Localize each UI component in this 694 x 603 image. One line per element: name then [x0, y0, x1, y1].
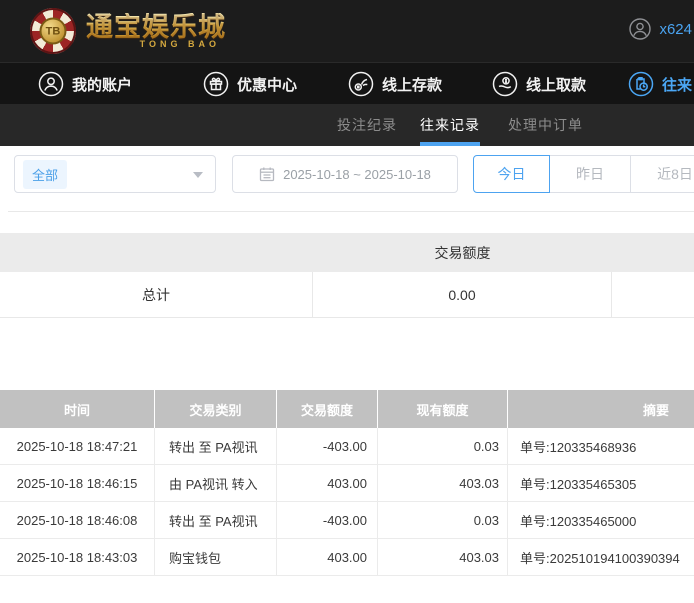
chip-tb-label: TB [40, 18, 67, 45]
today-button[interactable]: 今日 [473, 155, 550, 193]
quick-date-buttons: 今日 昨日 近8日 [473, 155, 694, 193]
last-8-days-button[interactable]: 近8日 [630, 155, 694, 193]
top-header: TB 通宝娱乐城 TONG BAO x624 [0, 0, 694, 62]
date-range-picker[interactable]: 2025-10-18 ~ 2025-10-18 [232, 155, 458, 193]
gift-icon [203, 71, 229, 97]
type-filter-dropdown[interactable]: 全部 [14, 155, 216, 193]
divider [8, 211, 694, 212]
summary-total-value: 0.00 [313, 272, 612, 317]
cell-summary: 单号:202510194100390394 [508, 539, 694, 575]
site-logo[interactable]: TB 通宝娱乐城 TONG BAO [30, 8, 226, 54]
cell-balance: 403.03 [378, 465, 508, 501]
nav-label: 线上取款 [526, 74, 586, 95]
cell-balance: 403.03 [378, 539, 508, 575]
table-row: 2025-10-18 18:47:21 转出 至 PA视讯 -403.00 0.… [0, 428, 694, 465]
site-title: 通宝娱乐城 [86, 13, 226, 41]
cell-summary: 单号:120335468936 [508, 428, 694, 464]
summary-header-row: 交易额度 [0, 233, 694, 272]
table-row: 2025-10-18 18:46:08 转出 至 PA视讯 -403.00 0.… [0, 502, 694, 539]
cell-balance: 0.03 [378, 428, 508, 464]
date-range-value: 2025-10-18 ~ 2025-10-18 [283, 167, 431, 182]
cell-type: 转出 至 PA视讯 [155, 428, 277, 464]
yesterday-button[interactable]: 昨日 [549, 155, 631, 193]
nav-item-promotions[interactable]: 优惠中心 [203, 63, 297, 105]
user-account[interactable]: x624 [628, 17, 692, 41]
tab-bet-records[interactable]: 投注纪录 [337, 104, 397, 146]
cell-time: 2025-10-18 18:43:03 [0, 539, 155, 575]
cell-time: 2025-10-18 18:46:08 [0, 502, 155, 538]
cell-amount: 403.00 [277, 539, 378, 575]
col-header-amount: 交易额度 [277, 390, 378, 428]
calendar-icon [259, 166, 275, 182]
col-header-time: 时间 [0, 390, 155, 428]
cell-summary: 单号:120335465305 [508, 465, 694, 501]
summary-table: 交易额度 总计 0.00 [0, 233, 694, 318]
record-tabs: 投注纪录 往来记录 处理中订单 [0, 104, 694, 146]
col-header-balance: 现有额度 [378, 390, 508, 428]
nav-label: 往来 [662, 74, 692, 95]
summary-header-spacer [0, 233, 313, 272]
poker-chip-icon: TB [30, 8, 76, 54]
table-row: 2025-10-18 18:43:03 购宝钱包 403.00 403.03 单… [0, 539, 694, 576]
nav-label: 线上存款 [382, 74, 442, 95]
summary-total-label: 总计 [0, 272, 313, 317]
username[interactable]: x624 [659, 21, 692, 38]
cell-type: 购宝钱包 [155, 539, 277, 575]
nav-item-withdraw[interactable]: 线上取款 [492, 63, 586, 105]
summary-spacer [612, 272, 694, 317]
summary-total-row: 总计 0.00 [0, 272, 694, 318]
type-filter-value: 全部 [23, 160, 67, 189]
cell-type: 转出 至 PA视讯 [155, 502, 277, 538]
col-header-summary: 摘要 [508, 390, 694, 428]
table-row: 2025-10-18 18:46:15 由 PA视讯 转入 403.00 403… [0, 465, 694, 502]
page: TB 通宝娱乐城 TONG BAO x624 [0, 0, 694, 603]
cell-amount: -403.00 [277, 428, 378, 464]
cell-balance: 0.03 [378, 502, 508, 538]
cell-amount: -403.00 [277, 502, 378, 538]
nav-item-my-account[interactable]: 我的账户 [38, 63, 132, 105]
logo-text: 通宝娱乐城 TONG BAO [86, 13, 226, 49]
col-header-type: 交易类别 [155, 390, 277, 428]
chevron-down-icon [193, 172, 203, 178]
cell-time: 2025-10-18 18:46:15 [0, 465, 155, 501]
summary-header-spacer [612, 233, 694, 272]
nav-label: 我的账户 [72, 74, 132, 95]
avatar-icon [628, 17, 652, 41]
nav-item-transfer-records[interactable]: 往来 [628, 63, 692, 105]
cell-time: 2025-10-18 18:47:21 [0, 428, 155, 464]
withdraw-icon [492, 71, 518, 97]
main-nav: 我的账户 优惠中心 线上存款 [0, 62, 694, 104]
content-area: 全部 2025-10-18 ~ 2025-10-18 今日 昨日 近8日 [0, 146, 694, 603]
nav-label: 优惠中心 [237, 74, 297, 95]
cell-amount: 403.00 [277, 465, 378, 501]
transactions-table: 时间 交易类别 交易额度 现有额度 摘要 2025-10-18 18:47:21… [0, 390, 694, 576]
cell-summary: 单号:120335465000 [508, 502, 694, 538]
transfer-record-icon [628, 71, 654, 97]
summary-header-label: 交易额度 [313, 233, 612, 272]
cell-type: 由 PA视讯 转入 [155, 465, 277, 501]
deposit-icon [348, 71, 374, 97]
site-subtitle: TONG BAO [86, 39, 226, 49]
transactions-header-row: 时间 交易类别 交易额度 现有额度 摘要 [0, 390, 694, 428]
user-icon [38, 71, 64, 97]
tab-pending-orders[interactable]: 处理中订单 [508, 104, 583, 146]
tab-transfer-records[interactable]: 往来记录 [420, 104, 480, 146]
nav-item-deposit[interactable]: 线上存款 [348, 63, 442, 105]
